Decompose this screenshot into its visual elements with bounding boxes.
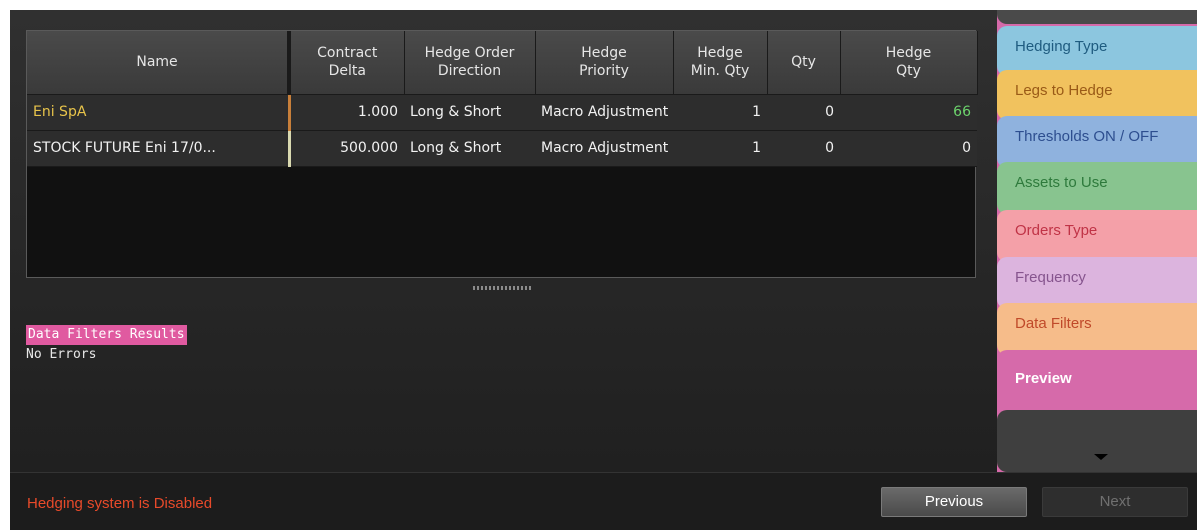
cell-contract-delta[interactable]: 500.000 <box>289 130 404 167</box>
cell-hedge-priority[interactable]: Macro Adjustment <box>535 130 673 167</box>
tab-label: Legs to Hedge <box>1015 82 1113 99</box>
tab-label: Preview <box>1015 370 1072 387</box>
column-header-contract-delta[interactable]: Contract Delta <box>289 31 405 95</box>
column-header-qty[interactable]: Qty <box>767 31 841 95</box>
tab-legs-to-hedge[interactable]: Legs to Hedge <box>997 70 1197 120</box>
tab-data-filters[interactable]: Data Filters <box>997 303 1197 355</box>
table-header-row: Name Contract Delta Hedge Order Directio… <box>27 31 978 95</box>
column-header-label: Hedge Priority <box>579 45 629 80</box>
tab-label: Hedging Type <box>1015 38 1108 55</box>
column-header-label: Hedge Qty <box>885 45 932 80</box>
hedging-wizard-window: Name Contract Delta Hedge Order Directio… <box>10 10 1197 530</box>
cell-hedge-qty[interactable]: 66 <box>840 94 977 131</box>
log-title: Data Filters Results <box>26 325 187 345</box>
cell-qty[interactable]: 0 <box>767 130 840 167</box>
tab-label: Assets to Use <box>1015 174 1108 191</box>
footer-bar: Hedging system is Disabled Previous Next <box>10 472 1197 530</box>
tab-orders-type[interactable]: Orders Type <box>997 210 1197 262</box>
wizard-steps-nav: Hedging Type Legs to Hedge Thresholds ON… <box>997 10 1197 472</box>
tab-label: Data Filters <box>1015 315 1092 332</box>
column-header-label: Contract Delta <box>317 45 378 80</box>
table-row[interactable]: Eni SpA 1.000 Long & Short Macro Adjustm… <box>27 94 977 131</box>
column-header-hedge-priority[interactable]: Hedge Priority <box>535 31 674 95</box>
cell-qty[interactable]: 0 <box>767 94 840 131</box>
cell-hedge-order-direction[interactable]: Long & Short <box>404 130 535 167</box>
column-header-hedge-min-qty[interactable]: Hedge Min. Qty <box>673 31 768 95</box>
column-header-label: Qty <box>791 54 816 71</box>
tab-label: Orders Type <box>1015 222 1098 239</box>
tab-hedging-type[interactable]: Hedging Type <box>997 26 1197 76</box>
cell-hedge-order-direction[interactable]: Long & Short <box>404 94 535 131</box>
column-header-hedge-order-direction[interactable]: Hedge Order Direction <box>404 31 536 95</box>
tab-preview[interactable]: Preview <box>997 350 1197 414</box>
previous-button[interactable]: Previous <box>881 487 1027 517</box>
cell-hedge-min-qty[interactable]: 1 <box>673 94 767 131</box>
next-button[interactable]: Next <box>1042 487 1188 517</box>
tab-scroll-up[interactable] <box>997 10 1197 24</box>
cell-contract-delta[interactable]: 1.000 <box>289 94 404 131</box>
tab-assets-to-use[interactable]: Assets to Use <box>997 162 1197 214</box>
cell-hedge-priority[interactable]: Macro Adjustment <box>535 94 673 131</box>
log-message: No Errors <box>26 347 97 362</box>
column-header-hedge-qty[interactable]: Hedge Qty <box>840 31 978 95</box>
cell-name[interactable]: STOCK FUTURE Eni 17/0... <box>27 130 291 167</box>
tab-thresholds[interactable]: Thresholds ON / OFF <box>997 116 1197 168</box>
log-panel: Data Filters Results No Errors <box>26 325 187 365</box>
table-row[interactable]: STOCK FUTURE Eni 17/0... 500.000 Long & … <box>27 130 977 167</box>
column-header-label: Name <box>136 54 178 71</box>
column-header-label: Hedge Order Direction <box>424 45 515 80</box>
hedge-table: Name Contract Delta Hedge Order Directio… <box>27 31 978 167</box>
tab-scroll-down[interactable] <box>997 410 1197 472</box>
tab-label: Thresholds ON / OFF <box>1015 128 1159 145</box>
cell-hedge-min-qty[interactable]: 1 <box>673 130 767 167</box>
grip-handle-icon[interactable] <box>473 286 531 290</box>
tab-label: Frequency <box>1015 269 1086 286</box>
main-panel: Name Contract Delta Hedge Order Directio… <box>10 10 997 472</box>
status-text: Hedging system is Disabled <box>27 495 213 512</box>
tab-frequency[interactable]: Frequency <box>997 257 1197 309</box>
chevron-down-icon[interactable] <box>1094 454 1108 460</box>
cell-name[interactable]: Eni SpA <box>27 94 291 131</box>
cell-hedge-qty[interactable]: 0 <box>840 130 977 167</box>
column-header-label: Hedge Min. Qty <box>690 45 750 80</box>
column-header-name[interactable]: Name <box>27 31 291 95</box>
hedge-grid: Name Contract Delta Hedge Order Directio… <box>26 30 978 278</box>
